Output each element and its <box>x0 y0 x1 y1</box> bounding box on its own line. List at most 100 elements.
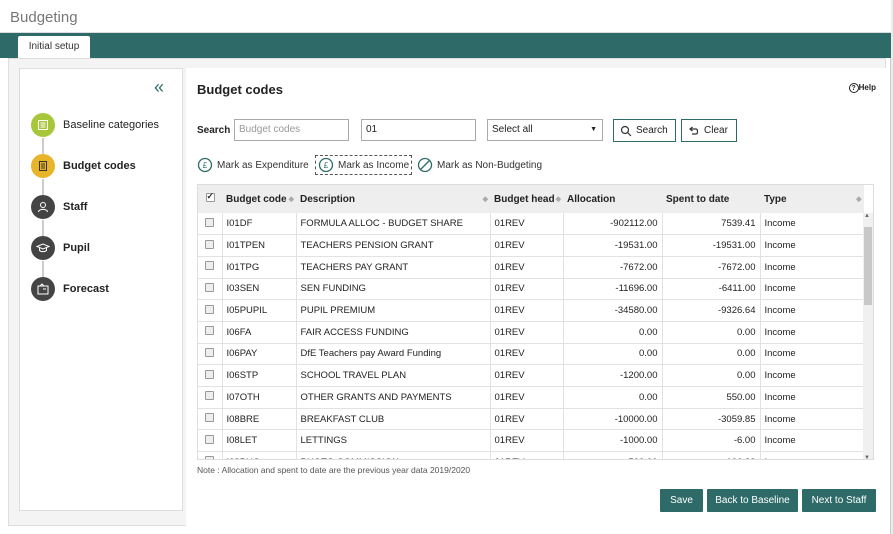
step-pupil[interactable]: Pupil <box>31 236 181 262</box>
tab-initial-setup[interactable]: Initial setup <box>18 36 90 58</box>
search-button[interactable]: Search <box>613 119 676 142</box>
search-value-input[interactable]: 01 <box>361 119 476 141</box>
cell-type: Income <box>760 234 864 257</box>
cell-type: Income <box>760 213 864 236</box>
cell-budget-code: I05PUPIL <box>222 299 297 322</box>
cell-allocation: -10000.00 <box>563 408 663 431</box>
page-title: Budget codes <box>197 82 283 97</box>
collapse-icon[interactable]: « <box>154 77 164 98</box>
budget-code-input[interactable]: Budget codes <box>234 119 349 141</box>
cell-allocation: -902112.00 <box>563 213 663 236</box>
svg-text:£: £ <box>324 161 329 170</box>
table-row[interactable]: I08LET LETTINGS 01REV -1000.00 -6.00 Income <box>198 429 864 453</box>
step-budget-codes[interactable]: Budget codes <box>31 154 181 180</box>
table-row[interactable]: I06STP SCHOOL TRAVEL PLAN 01REV -1200.00 0.0… <box>198 364 864 387</box>
cell-spent-to-date: 0.00 <box>662 321 761 344</box>
cell-description: PUPIL PREMIUM <box>296 299 491 322</box>
step-connector <box>42 179 44 195</box>
table-row[interactable]: I08BRE BREAKFAST CLUB 01REV -10000.00 -3059.… <box>198 408 864 431</box>
mark-income-button[interactable]: £ Mark as Income <box>315 155 413 175</box>
table-row[interactable]: I06PAY DfE Teachers pay Award Funding 01RE… <box>198 343 864 366</box>
select-all-checkbox[interactable]: ✓ <box>198 185 222 213</box>
table-row[interactable]: I03SEN SEN FUNDING 01REV -11696.00 -6411.00 I… <box>198 278 864 301</box>
forecast-icon <box>31 277 55 301</box>
step-label: Staff <box>63 201 88 213</box>
select-value: Select all <box>492 124 533 135</box>
column-header-type[interactable]: Type ◆ <box>760 185 864 213</box>
column-header-spent-to-date[interactable]: Spent to date <box>662 185 760 213</box>
cell-budget-head: 01REV <box>490 429 564 453</box>
row-checkbox[interactable] <box>198 408 223 431</box>
cell-type: Income <box>760 343 864 366</box>
column-header-budget-code[interactable]: Budget code ◆ <box>222 185 296 213</box>
column-header-allocation[interactable]: Allocation <box>563 185 662 213</box>
row-checkbox[interactable] <box>198 343 223 366</box>
row-checkbox[interactable] <box>198 364 223 387</box>
mark-non-budgeting-button[interactable]: Mark as Non-Budgeting <box>417 155 542 175</box>
table-row[interactable]: I01TPG TEACHERS PAY GRANT 01REV -7672.00 -76… <box>198 256 864 279</box>
scroll-down-icon[interactable]: ▼ <box>864 455 870 459</box>
step-staff[interactable]: Staff <box>31 195 181 221</box>
table-row[interactable]: I07OTH OTHER GRANTS AND PAYMENTS 01REV 0.00… <box>198 386 864 409</box>
cell-description: FORMULA ALLOC - BUDGET SHARE <box>296 213 491 236</box>
cell-spent-to-date: 550.00 <box>662 386 761 409</box>
back-to-baseline-button[interactable]: Back to Baseline <box>707 489 798 512</box>
step-label: Baseline categories <box>63 119 160 131</box>
search-label: Search <box>197 125 231 136</box>
cell-spent-to-date: -6.00 <box>662 429 761 453</box>
clear-button[interactable]: Clear <box>681 119 737 142</box>
cell-description: DfE Teachers pay Award Funding <box>296 343 491 366</box>
scroll-up-icon[interactable]: ▲ <box>864 213 870 219</box>
table-row[interactable]: I08PHOPHOTO COMMISSION01REV-500.00-106.3… <box>198 451 864 459</box>
cell-allocation: 0.00 <box>563 321 663 344</box>
table-row[interactable]: I01DF FORMULA ALLOC - BUDGET SHARE 01REV -9… <box>198 213 864 236</box>
row-checkbox[interactable] <box>198 234 223 257</box>
table-header-row: ✓ Budget code ◆ Description ◆ Budget head ◆… <box>198 185 864 213</box>
mark-expenditure-button[interactable]: £ Mark as Expenditure <box>197 155 309 175</box>
next-to-staff-button[interactable]: Next to Staff <box>802 489 876 512</box>
table-row[interactable]: I05PUPIL PUPIL PREMIUM 01REV -34580.00 -9326… <box>198 299 864 322</box>
column-header-budget-head[interactable]: Budget head ◆ <box>490 185 563 213</box>
user-icon <box>31 195 55 219</box>
income-icon: £ <box>318 157 334 173</box>
help-link[interactable]: ? Help <box>848 83 876 93</box>
row-checkbox[interactable] <box>198 213 223 236</box>
table-row[interactable]: I06FA FAIR ACCESS FUNDING 01REV 0.00 0.00 Inc… <box>198 321 864 344</box>
row-checkbox[interactable] <box>198 429 223 453</box>
budget-codes-table: ✓ Budget code ◆ Description ◆ Budget head ◆… <box>198 185 864 459</box>
column-header-description[interactable]: Description ◆ <box>296 185 490 213</box>
mark-expenditure-label: Mark as Expenditure <box>217 159 309 171</box>
row-checkbox[interactable] <box>198 321 223 344</box>
step-baseline-categories[interactable]: Baseline categories <box>31 113 181 139</box>
cell-budget-head: 01REV <box>490 386 564 409</box>
cell-budget-code: I08LET <box>222 429 297 453</box>
cell-spent-to-date: 7539.41 <box>662 213 761 236</box>
row-checkbox[interactable] <box>198 386 223 409</box>
cell-budget-head: 01REV <box>490 299 564 322</box>
cell-type: Income <box>760 386 864 409</box>
wizard-sidebar: « Baseline categories Budget codes Staff <box>19 68 183 511</box>
type-select[interactable]: Select all ▼ <box>487 119 603 141</box>
cell-description: PHOTO COMMISSION <box>296 451 491 459</box>
graduation-cap-icon <box>31 236 55 260</box>
row-checkbox[interactable] <box>198 299 223 322</box>
cell-budget-code: I08PHO <box>222 451 297 459</box>
cell-type: Income <box>760 364 864 387</box>
row-checkbox[interactable] <box>198 278 223 301</box>
cell-spent-to-date: 0.00 <box>662 364 761 387</box>
table-scrollbar[interactable]: ▲ ▼ <box>863 213 873 459</box>
clear-button-label: Clear <box>704 125 728 136</box>
step-forecast[interactable]: Forecast <box>31 277 181 303</box>
cell-type: Income <box>760 321 864 344</box>
table-row[interactable]: I01TPEN TEACHERS PENSION GRANT 01REV -19531… <box>198 234 864 257</box>
row-checkbox[interactable] <box>198 451 223 459</box>
cell-description: LETTINGS <box>296 429 491 453</box>
scrollbar-thumb[interactable] <box>864 227 872 305</box>
main-panel: Budget codes ? Help Search Budget codes 0… <box>186 68 886 526</box>
cell-budget-code: I01TPEN <box>222 234 297 257</box>
cell-type: Income <box>760 256 864 279</box>
row-checkbox[interactable] <box>198 256 223 279</box>
save-button[interactable]: Save <box>660 489 703 512</box>
cell-budget-head: 01REV <box>490 364 564 387</box>
cell-budget-head: 01REV <box>490 451 564 459</box>
